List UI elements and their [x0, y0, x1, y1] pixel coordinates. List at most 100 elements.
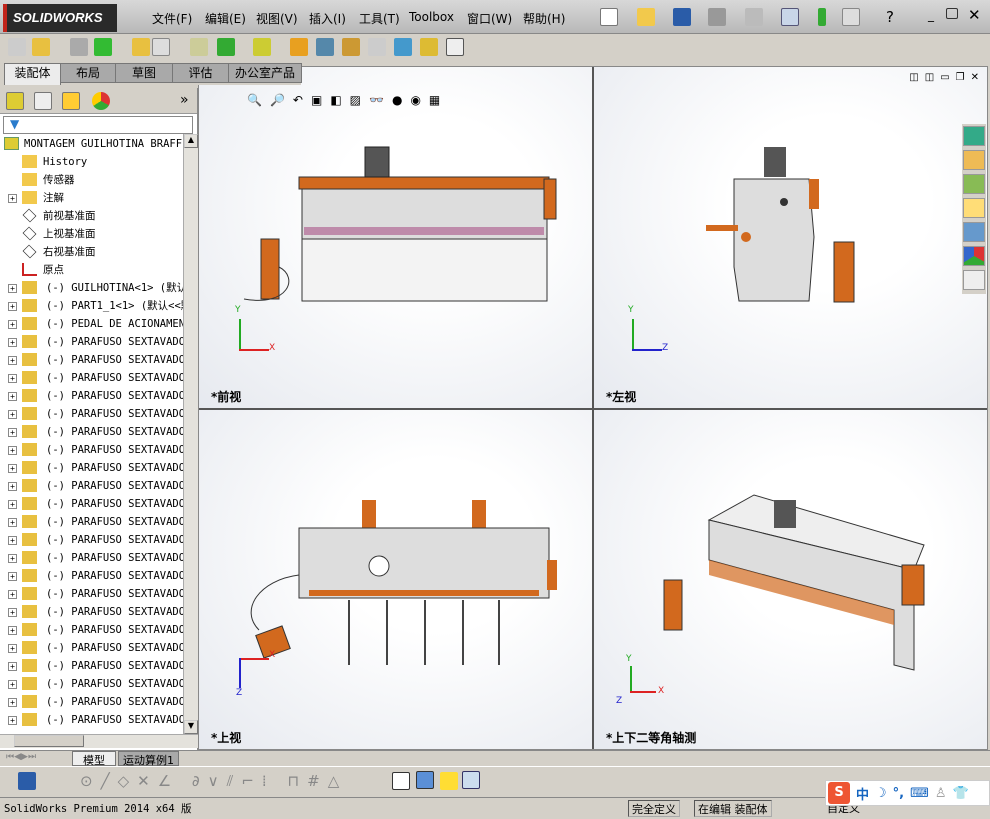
smart-fasteners-icon[interactable] [132, 38, 150, 56]
tab-motion-study[interactable]: 运动算例1 [118, 751, 179, 767]
interference-icon[interactable] [420, 38, 438, 56]
graphics-area[interactable]: 🔍 🔎 ↶ ▣ ◧ ▨ 👓 ● ◉ ▦ Y X *前视 ◫ ◫ ▭ ❐ ✕ Y Z *左视 [198, 66, 988, 750]
new-motion-study-icon[interactable] [290, 38, 308, 56]
viewport-front[interactable]: 🔍 🔎 ↶ ▣ ◧ ▨ 👓 ● ◉ ▦ Y X *前视 [199, 67, 592, 408]
shaded-box-icon[interactable] [416, 771, 434, 789]
reference-geometry-icon[interactable] [253, 38, 271, 56]
file-explorer-icon[interactable] [963, 198, 985, 218]
minimize-icon[interactable]: _ [928, 8, 946, 26]
save-icon[interactable] [673, 8, 691, 26]
new-part-icon[interactable] [32, 38, 50, 56]
menu-view[interactable]: 视图(V) [256, 10, 298, 27]
expand-icon[interactable]: + [8, 662, 17, 671]
close-icon[interactable]: ✕ [968, 6, 986, 24]
user-icon[interactable]: ♙ [935, 786, 947, 801]
expand-icon[interactable]: + [8, 428, 17, 437]
skin-icon[interactable]: 👕 [953, 786, 969, 801]
expand-icon[interactable]: + [8, 644, 17, 653]
expand-icon[interactable]: + [8, 392, 17, 401]
select-icon[interactable] [781, 8, 799, 26]
expand-icon[interactable]: + [8, 284, 17, 293]
viewport-top[interactable]: X Z *上视 [199, 410, 592, 749]
show-hidden-icon[interactable] [190, 38, 208, 56]
tree-filter[interactable]: ▼ [3, 116, 193, 134]
help-icon[interactable]: ? [886, 8, 904, 26]
expand-icon[interactable]: + [8, 302, 17, 311]
expand-icon[interactable]: + [8, 446, 17, 455]
expand-icon[interactable]: + [8, 320, 17, 329]
expand-icon[interactable]: + [8, 608, 17, 617]
expand-icon[interactable]: + [8, 482, 17, 491]
expand-icon[interactable]: + [8, 518, 17, 527]
tab-assembly[interactable]: 装配体 [4, 63, 61, 85]
expand-icon[interactable]: + [8, 464, 17, 473]
bill-of-materials-icon[interactable] [316, 38, 334, 56]
sketch-tools-icons[interactable]: ⊙╱◇✕∠ ∂∨⫽⌐⁞ ⊓#△ [80, 772, 347, 790]
undo-icon[interactable] [745, 8, 763, 26]
menu-edit[interactable]: 编辑(E) [205, 10, 246, 27]
keyboard-icon[interactable]: ⌨ [910, 786, 929, 801]
sogou-logo-icon[interactable]: S [828, 782, 850, 804]
resources-icon[interactable] [963, 126, 985, 146]
display-manager-tab-icon[interactable] [92, 92, 110, 110]
scroll-down-icon[interactable]: ▼ [184, 720, 198, 734]
tree-vertical-scrollbar[interactable]: ▲ ▼ [183, 134, 198, 734]
viewport-left[interactable]: ◫ ◫ ▭ ❐ ✕ Y Z *左视 [594, 67, 987, 408]
tab-office-products[interactable]: 办公室产品 [228, 63, 302, 83]
expand-icon[interactable]: + [8, 590, 17, 599]
open-file-icon[interactable] [637, 8, 655, 26]
scroll-up-icon[interactable]: ▲ [184, 134, 198, 148]
tab-sketch[interactable]: 草图 [115, 63, 173, 83]
instant3d-icon[interactable] [394, 38, 412, 56]
expand-icon[interactable]: + [8, 410, 17, 419]
tab-nav-arrows-icon[interactable]: ⏮◀▶⏭ [6, 752, 36, 762]
punctuation-icon[interactable]: °, [893, 786, 904, 801]
expand-icon[interactable]: + [8, 194, 17, 203]
print-icon[interactable] [708, 8, 726, 26]
solidworks-logo[interactable]: SOLIDWORKS [3, 4, 117, 32]
tab-model[interactable]: 模型 [72, 751, 116, 767]
design-library-icon[interactable] [963, 174, 985, 194]
scroll-thumb[interactable] [14, 735, 84, 747]
assembly-features-icon[interactable] [217, 38, 235, 56]
expand-icon[interactable]: + [8, 338, 17, 347]
expand-icon[interactable]: + [8, 680, 17, 689]
ime-language[interactable]: 中 [856, 784, 869, 803]
tab-layout[interactable]: 布局 [60, 63, 116, 83]
expand-icon[interactable]: + [8, 698, 17, 707]
expand-icon[interactable]: + [8, 356, 17, 365]
rebuild-icon[interactable] [818, 8, 826, 26]
appearances-icon[interactable] [963, 246, 985, 266]
restore-icon[interactable] [946, 8, 958, 19]
home-icon[interactable] [963, 150, 985, 170]
expand-icon[interactable]: + [8, 572, 17, 581]
expand-icon[interactable]: + [8, 626, 17, 635]
custom-properties-icon[interactable] [963, 270, 985, 290]
new-file-icon[interactable] [600, 8, 618, 26]
tab-evaluate[interactable]: 评估 [172, 63, 229, 83]
expand-icon[interactable]: + [8, 554, 17, 563]
menu-file[interactable]: 文件(F) [152, 10, 192, 27]
expand-icon[interactable]: + [8, 374, 17, 383]
explode-line-icon[interactable] [368, 38, 386, 56]
save-icon[interactable] [18, 772, 36, 790]
move-component-icon[interactable] [152, 38, 170, 56]
menu-tools[interactable]: 工具(T) [359, 10, 400, 27]
table-icon[interactable] [462, 771, 480, 789]
linear-pattern-icon[interactable] [94, 38, 112, 56]
view-palette-icon[interactable] [963, 222, 985, 242]
expand-icon[interactable]: + [8, 536, 17, 545]
menu-window[interactable]: 窗口(W) [467, 10, 512, 27]
large-design-review-icon[interactable] [446, 38, 464, 56]
menu-help[interactable]: 帮助(H) [523, 10, 565, 27]
mate-icon[interactable] [70, 38, 88, 56]
expand-icon[interactable]: + [8, 500, 17, 509]
tree-horizontal-scrollbar[interactable] [0, 734, 198, 748]
insert-component-icon[interactable] [8, 38, 26, 56]
configuration-manager-tab-icon[interactable] [62, 92, 80, 110]
exploded-view-icon[interactable] [342, 38, 360, 56]
wireframe-box-icon[interactable] [392, 772, 410, 790]
options-icon[interactable] [842, 8, 860, 26]
viewport-isometric[interactable]: Y X Z *上下二等角轴测 [594, 410, 987, 749]
viewport-horizontal-divider[interactable] [199, 408, 987, 410]
